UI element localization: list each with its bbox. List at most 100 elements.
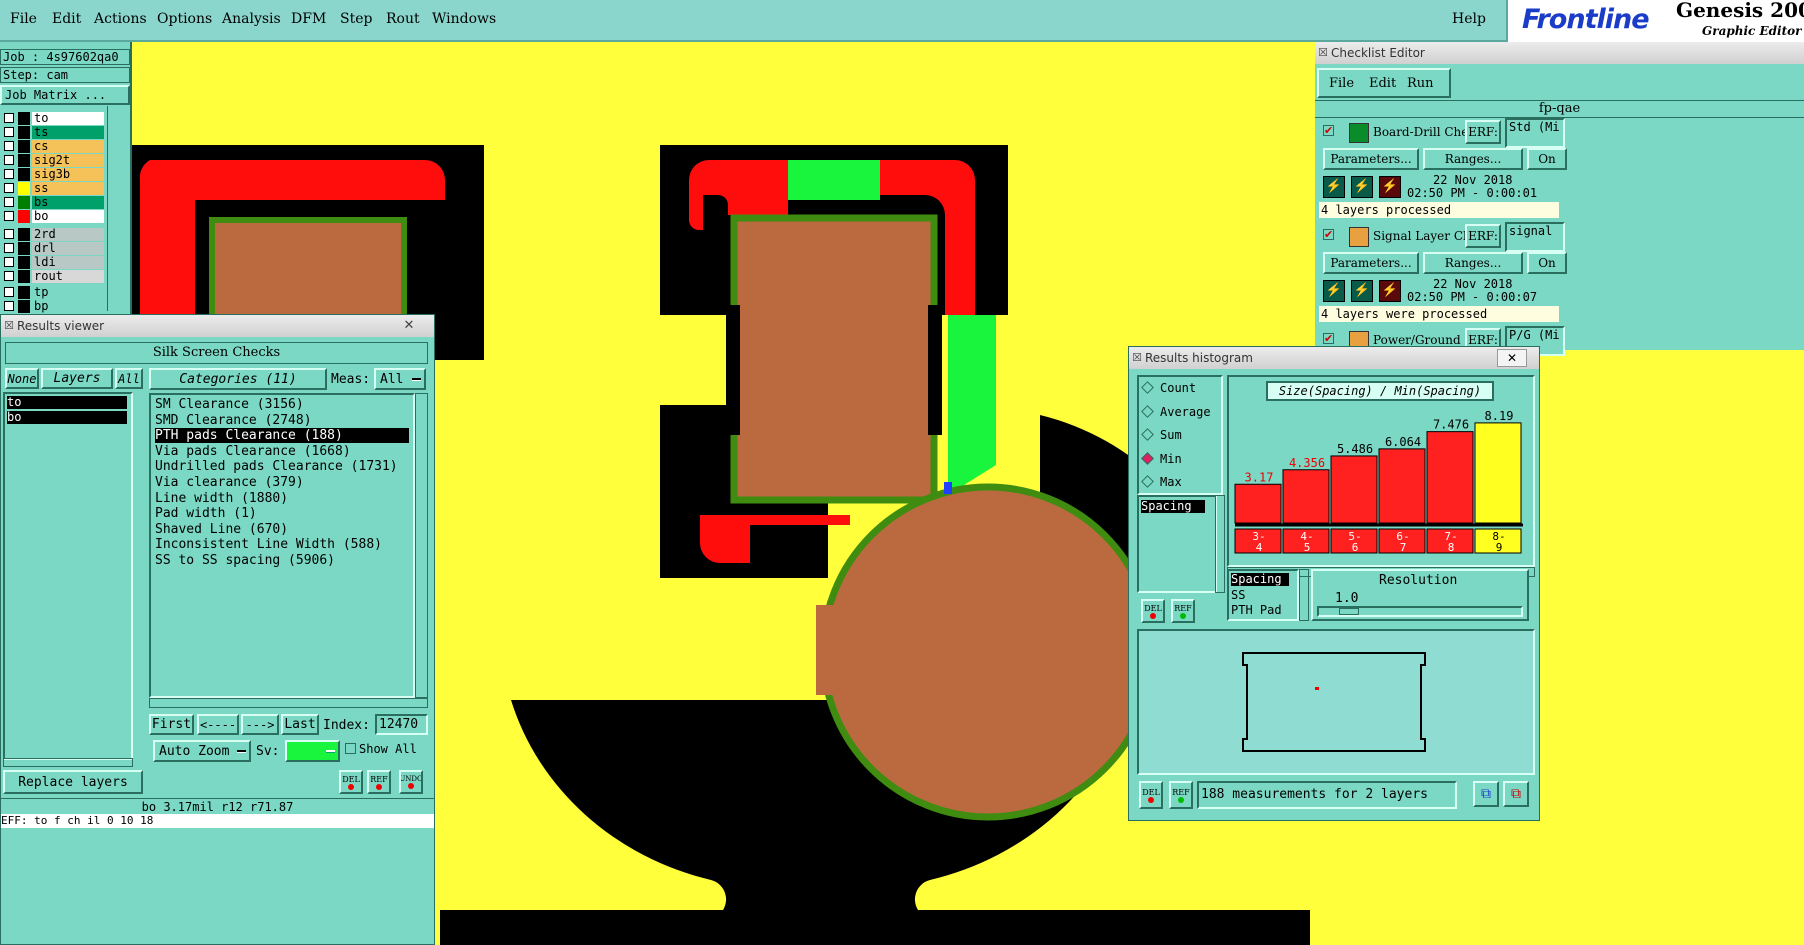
layer-color-swatch[interactable] xyxy=(18,140,30,153)
none-button[interactable]: None xyxy=(5,368,39,389)
layer-row-bo[interactable]: bo xyxy=(2,210,104,223)
layer-checkbox[interactable] xyxy=(4,169,14,179)
radio-icon[interactable] xyxy=(1141,451,1154,465)
del-button[interactable]: DEL xyxy=(1141,599,1165,623)
list-item[interactable]: Spacing xyxy=(1141,500,1205,513)
layer-color-swatch[interactable] xyxy=(18,154,30,167)
list-item[interactable]: bo xyxy=(7,411,127,424)
radio-icon[interactable] xyxy=(1141,381,1154,394)
list-item[interactable]: PTH Pad xyxy=(1231,603,1282,617)
run-icon[interactable]: ⚡ xyxy=(1323,176,1345,198)
category-item[interactable]: Via clearance (379) xyxy=(155,475,304,490)
measure-type-scrollbar[interactable] xyxy=(1215,495,1225,593)
ranges-button[interactable]: Ranges... xyxy=(1423,252,1523,274)
del-button[interactable]: DEL xyxy=(1139,781,1163,809)
run-icon[interactable]: ⚡ xyxy=(1323,280,1345,302)
radio-icon[interactable] xyxy=(1141,428,1154,441)
ref-button[interactable]: REF xyxy=(367,770,391,794)
show-all-checkbox[interactable] xyxy=(345,743,356,754)
close-button[interactable]: ✕ xyxy=(1497,349,1527,367)
menu-help[interactable]: Help xyxy=(1452,11,1486,27)
category-item[interactable]: Via pads Clearance (1668) xyxy=(155,444,351,459)
erf-button[interactable]: ERF: xyxy=(1465,120,1501,144)
category-item[interactable]: Shaved Line (670) xyxy=(155,522,288,537)
list-item[interactable]: SS xyxy=(1231,588,1245,602)
index-field[interactable]: 12470 xyxy=(375,714,428,735)
layer-checkbox[interactable] xyxy=(4,127,14,137)
layer-color-swatch[interactable] xyxy=(18,242,30,255)
undo-button[interactable]: UNDO xyxy=(399,770,423,794)
del-button[interactable]: DEL xyxy=(339,770,363,794)
prev-button[interactable]: <---- xyxy=(197,714,239,735)
menu-rout[interactable]: Rout xyxy=(386,11,420,27)
layer-row-to[interactable]: to xyxy=(2,112,104,125)
menu-options[interactable]: Options xyxy=(157,11,212,27)
menu-windows[interactable]: Windows xyxy=(432,11,496,27)
histogram-bar[interactable] xyxy=(1378,448,1426,524)
layer-color-swatch[interactable] xyxy=(18,228,30,241)
layer-row-ts[interactable]: ts xyxy=(2,126,104,139)
board-preview[interactable] xyxy=(1137,629,1535,775)
layer-checkbox[interactable] xyxy=(4,183,14,193)
category-item[interactable]: SMD Clearance (2748) xyxy=(155,413,312,428)
layer-color-swatch[interactable] xyxy=(18,210,30,223)
layer-checkbox[interactable] xyxy=(4,271,14,281)
layer-checkbox[interactable] xyxy=(4,197,14,207)
layer-scrollbar[interactable] xyxy=(107,106,129,311)
highlight-icon[interactable]: ⧉ xyxy=(1503,781,1529,807)
layer-row-sig3b[interactable]: sig3b xyxy=(2,168,104,181)
layer-row-bp[interactable]: bp xyxy=(2,300,104,313)
close-icon[interactable]: ✕ xyxy=(403,319,415,332)
histogram-bar[interactable] xyxy=(1282,469,1330,524)
layer-color-swatch[interactable] xyxy=(18,182,30,195)
erf-value[interactable]: Std (Mi xyxy=(1505,118,1565,148)
layer-checkbox[interactable] xyxy=(4,229,14,239)
list-item[interactable]: to xyxy=(7,396,127,409)
slider-thumb[interactable] xyxy=(1339,608,1359,615)
layer-color-swatch[interactable] xyxy=(18,196,30,209)
layer-results-list[interactable]: to bo xyxy=(3,392,133,760)
measure-list-scrollbar[interactable] xyxy=(1299,569,1309,621)
category-item[interactable]: Undrilled pads Clearance (1731) xyxy=(155,459,398,474)
categories-list[interactable]: SM Clearance (3156) SMD Clearance (2748) P… xyxy=(149,393,415,698)
ref-button[interactable]: REF xyxy=(1171,599,1195,623)
menu-edit[interactable]: Edit xyxy=(1369,76,1396,91)
replace-layers-button[interactable]: Replace layers xyxy=(3,770,143,794)
category-item[interactable]: Inconsistent Line Width (588) xyxy=(155,537,382,552)
erf-value[interactable]: signal xyxy=(1505,222,1565,252)
category-item[interactable]: PTH pads Clearance (188) xyxy=(155,428,409,444)
layer-row-ss[interactable]: ss xyxy=(2,182,104,195)
option-max[interactable]: Max xyxy=(1141,475,1182,491)
auto-zoom-dropdown[interactable]: Auto Zoom xyxy=(153,740,251,762)
option-count[interactable]: Count xyxy=(1141,381,1196,397)
layer-checkbox[interactable] xyxy=(4,211,14,221)
layer-checkbox[interactable] xyxy=(4,301,14,311)
menu-file[interactable]: File xyxy=(1329,76,1354,91)
category-item[interactable]: SM Clearance (3156) xyxy=(155,397,304,412)
histogram-bar[interactable] xyxy=(1234,483,1282,524)
layer-color-swatch[interactable] xyxy=(18,300,30,313)
categories-vscroll[interactable] xyxy=(415,393,428,698)
measure-type-list[interactable]: Spacing xyxy=(1137,495,1217,593)
layer-color-swatch[interactable] xyxy=(18,286,30,299)
parameters-button[interactable]: Parameters... xyxy=(1323,148,1419,170)
layer-checkbox[interactable] xyxy=(4,257,14,267)
layer-row-sig2t[interactable]: sig2t xyxy=(2,154,104,167)
measure-list[interactable]: Spacing SS PTH Pad xyxy=(1227,569,1299,621)
run-icon[interactable]: ⚡ xyxy=(1351,176,1373,198)
first-button[interactable]: First xyxy=(149,714,194,735)
action-checkbox[interactable]: ✔ xyxy=(1323,125,1334,136)
run-icon[interactable]: ⚡ xyxy=(1379,280,1401,302)
layer-color-swatch[interactable] xyxy=(18,256,30,269)
all-button[interactable]: All xyxy=(115,368,143,389)
layer-row-cs[interactable]: cs xyxy=(2,140,104,153)
list-item[interactable]: Spacing xyxy=(1231,573,1289,586)
meas-dropdown[interactable]: All xyxy=(374,368,426,390)
menu-edit[interactable]: Edit xyxy=(52,11,81,27)
action-checkbox[interactable]: ✔ xyxy=(1323,333,1334,344)
layer-color-swatch[interactable] xyxy=(18,126,30,139)
option-min[interactable]: Min xyxy=(1141,451,1182,468)
menu-actions[interactable]: Actions xyxy=(94,11,147,27)
menu-file[interactable]: File xyxy=(10,11,37,27)
histogram-bar[interactable] xyxy=(1474,422,1522,524)
